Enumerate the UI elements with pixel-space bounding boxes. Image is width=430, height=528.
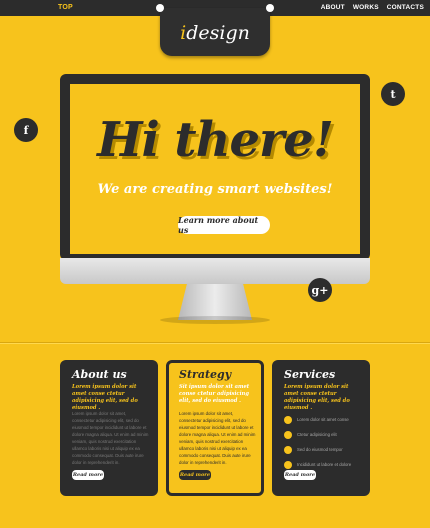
bullet-icon <box>284 430 292 439</box>
card-lead: Sit ipsum dolor sit amet conse ctetur ad… <box>179 384 250 404</box>
list-item[interactable]: Sed do eiusmod tempor <box>284 442 366 457</box>
googleplus-icon[interactable]: g+ <box>308 278 332 302</box>
card-title: Strategy <box>179 368 232 381</box>
card-title: About us <box>72 368 127 381</box>
card-title: Services <box>284 368 336 381</box>
card-lead: Lorem ipsum dolor sit amet conse ctetur … <box>284 384 350 411</box>
main-nav: ABOUT WORKS CONTACTS <box>321 4 424 11</box>
card-body: Lorem ipsum dolor sit amet, consectetur … <box>72 411 149 465</box>
read-more-button[interactable]: Read more <box>72 470 104 480</box>
section-divider <box>0 342 430 344</box>
learn-more-button[interactable]: Learn more about us <box>178 215 270 235</box>
services-list: Lorem dolor sit amet conse Ctetur adipis… <box>284 412 366 472</box>
monitor-screen: Hi there! We are creating smart websites… <box>70 84 360 254</box>
nav-item-contacts[interactable]: CONTACTS <box>387 4 424 11</box>
card-body: Lorem ipsum dolor sit amet, consectetur … <box>179 411 256 465</box>
bullet-icon <box>284 415 292 424</box>
nav-item-about[interactable]: ABOUT <box>321 4 345 11</box>
bullet-icon <box>284 460 292 469</box>
top-link[interactable]: TOP <box>58 4 73 11</box>
list-item[interactable]: Ctetur adipisicing elit <box>284 427 366 442</box>
card-strategy: Strategy Sit ipsum dolor sit amet conse … <box>166 360 264 496</box>
monitor-stand <box>178 284 252 320</box>
logo: idesign <box>180 22 250 44</box>
hero-subtitle: We are creating smart websites! <box>97 182 333 197</box>
logo-dot-right <box>266 4 274 12</box>
twitter-icon[interactable]: t <box>381 82 405 106</box>
card-lead: Lorem ipsum dolor sit amet conse ctetur … <box>72 384 138 411</box>
card-about: About us Lorem ipsum dolor sit amet cons… <box>60 360 158 496</box>
logo-tab[interactable]: idesign <box>156 4 274 56</box>
read-more-button[interactable]: Read more <box>284 470 316 480</box>
card-services: Services Lorem ipsum dolor sit amet cons… <box>272 360 370 496</box>
logo-dot-left <box>156 4 164 12</box>
read-more-button[interactable]: Read more <box>179 470 211 480</box>
bullet-icon <box>284 445 292 454</box>
list-item[interactable]: Lorem dolor sit amet conse <box>284 412 366 427</box>
nav-item-works[interactable]: WORKS <box>353 4 379 11</box>
hero-title: Hi there! <box>97 112 334 168</box>
monitor: Hi there! We are creating smart websites… <box>60 74 370 260</box>
facebook-icon[interactable]: f <box>14 118 38 142</box>
stand-shadow <box>160 316 270 324</box>
